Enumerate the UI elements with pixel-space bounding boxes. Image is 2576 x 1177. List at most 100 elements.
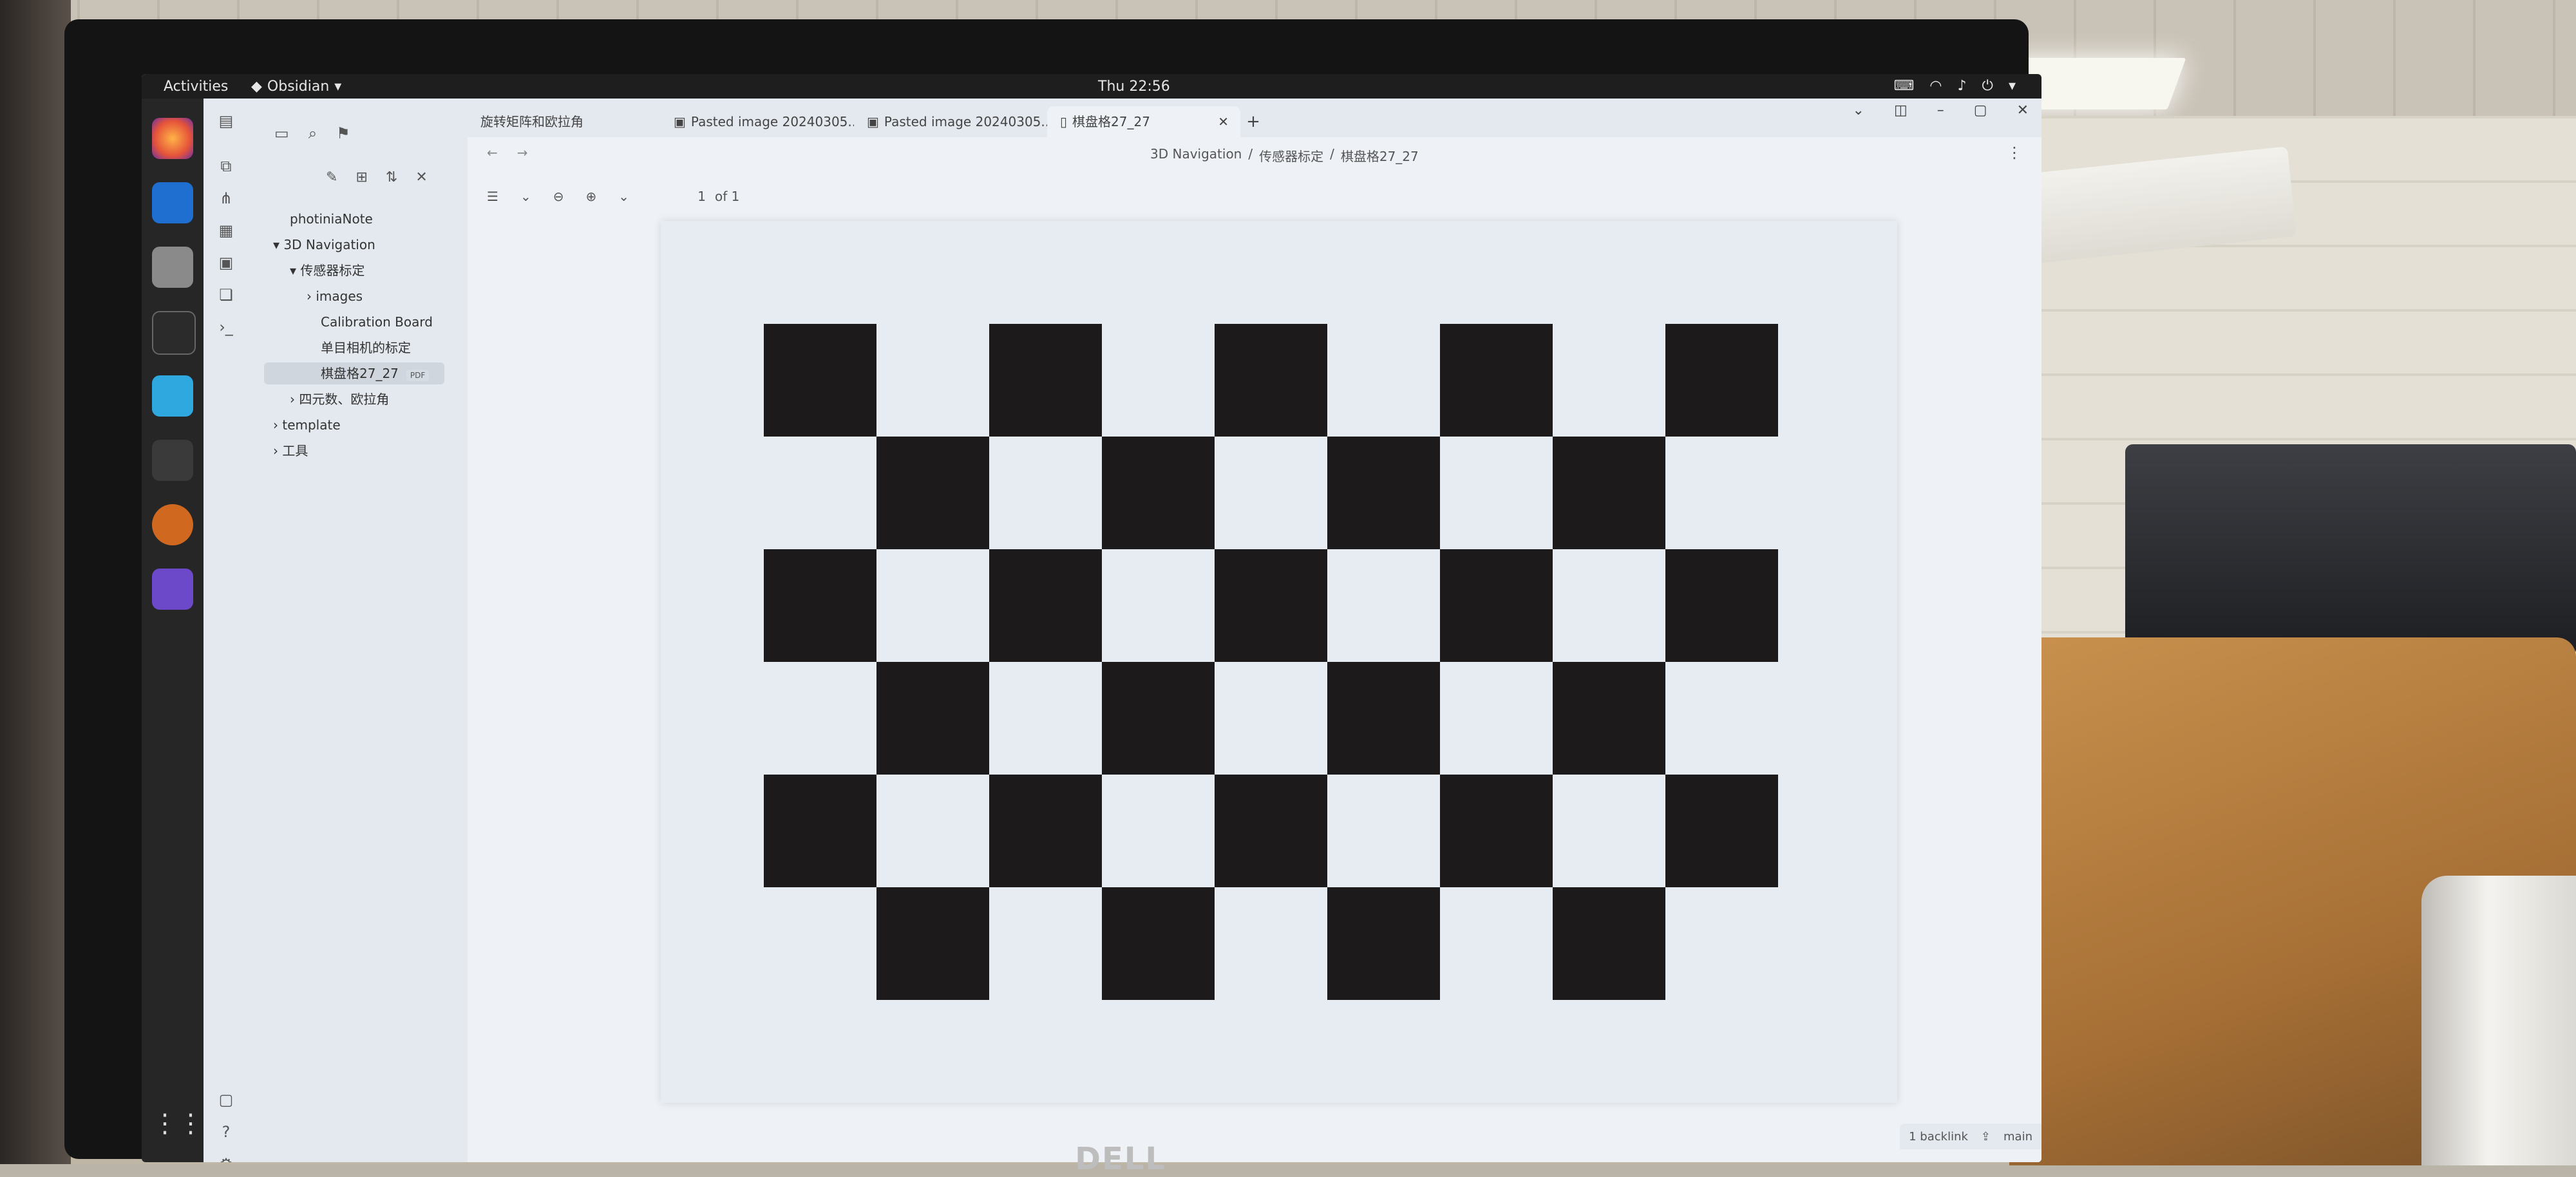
new-folder-icon[interactable]: ⊞ [355, 169, 367, 185]
graph-icon[interactable]: ⋔ [216, 189, 236, 208]
back-icon[interactable]: ← [487, 145, 498, 160]
tree-folder-tools[interactable]: › 工具 [273, 440, 308, 462]
collapse-all-icon[interactable]: ✕ [415, 169, 427, 185]
tree-file-checkerboard[interactable]: 棋盘格27_27 PDF [264, 363, 444, 384]
tree-label: template [282, 417, 341, 433]
tab-rotation-matrix[interactable]: 旋转矩阵和欧拉角 [468, 106, 661, 137]
tree-folder-sensor-calibration[interactable]: ▾ 传感器标定 [290, 259, 365, 281]
tree-folder-images[interactable]: › images [307, 285, 363, 307]
wifi-icon[interactable]: ◠ [1929, 78, 1942, 94]
tab-pasted-image-1[interactable]: ▣ Pasted image 20240305... [661, 106, 854, 137]
share-icon[interactable]: ⇪ [1981, 1130, 1991, 1144]
chevron-down-icon[interactable]: ▾ [2009, 78, 2016, 94]
chevron-down-icon[interactable]: ⌄ [520, 189, 531, 204]
templates-icon[interactable]: ❏ [216, 285, 236, 305]
checker-square [1665, 324, 1778, 437]
chevron-down-icon[interactable]: ⌄ [618, 189, 629, 204]
explorer-actions: ✎ ⊞ ⇅ ✕ [326, 169, 428, 185]
checker-square [764, 549, 876, 662]
pdf-badge: PDF [406, 370, 430, 381]
tree-label: 工具 [282, 443, 308, 458]
minimize-icon[interactable]: – [1937, 102, 1944, 118]
open-switcher-icon[interactable]: ⧉ [216, 156, 236, 176]
pdf-toolbar: ☰ ⌄ ⊖ ⊕ ⌄ 1 of 1 [468, 182, 2041, 214]
tree-file-calibration-board[interactable]: Calibration Board [321, 311, 433, 333]
zoom-out-icon[interactable]: ⊖ [553, 189, 564, 204]
zoom-in-icon[interactable]: ⊕ [585, 189, 596, 204]
new-tab-button[interactable]: + [1240, 106, 1266, 137]
checker-square [1553, 437, 1665, 549]
files-icon[interactable] [152, 247, 193, 288]
checker-square [989, 549, 1102, 662]
tab-label: Pasted image 20240305... [884, 114, 1047, 129]
page-number-input[interactable]: 1 [680, 189, 706, 204]
volume-icon[interactable]: ♪ [1958, 78, 1967, 94]
search-icon[interactable]: ⌕ [308, 124, 317, 142]
dock: ⋮⋮ [142, 99, 204, 1162]
more-options-icon[interactable]: ⋮ [2007, 144, 2022, 162]
canvas-icon[interactable]: ▦ [216, 221, 236, 240]
folder-icon[interactable]: ▭ [274, 124, 289, 142]
gear-icon[interactable]: ⚙ [216, 1154, 236, 1162]
left-edge [0, 0, 71, 1164]
breadcrumb: 3D Navigation / 传感器标定 / 棋盘格27_27 [1150, 146, 1419, 165]
tab-list-icon[interactable]: ⌄ [1853, 102, 1864, 118]
tree-file-monocular-calibration[interactable]: 单目相机的标定 [321, 337, 411, 359]
backlinks-count[interactable]: 1 backlink [1909, 1130, 1968, 1144]
tree-folder-template[interactable]: › template [273, 414, 341, 436]
maximize-icon[interactable]: ▢ [1974, 102, 1987, 118]
show-apps-icon[interactable]: ⋮⋮ [152, 1103, 204, 1144]
main-pane: 旋转矩阵和欧拉角 ▣ Pasted image 20240305... ▣ Past… [468, 99, 2041, 1162]
help-icon[interactable]: ? [216, 1122, 236, 1142]
sidebar-toggle-icon[interactable]: ▤ [216, 111, 236, 131]
breadcrumb-item[interactable]: 传感器标定 [1259, 146, 1323, 165]
checker-square [1102, 437, 1215, 549]
top-bar: Activities ◆ Obsidian ▾ Thu 22:56 ⌨ ◠ ♪ … [142, 74, 2041, 99]
vscode-icon[interactable] [152, 182, 193, 223]
system-tray[interactable]: ⌨ ◠ ♪ ⏻ ▾ [1894, 78, 2016, 94]
terminal-icon[interactable] [152, 311, 196, 355]
tree-folder-quaternion[interactable]: › 四元数、欧拉角 [290, 388, 389, 410]
close-window-icon[interactable]: ✕ [2017, 102, 2029, 118]
breadcrumb-current: 棋盘格27_27 [1340, 149, 1419, 164]
tab-checkerboard[interactable]: ▯ 棋盘格27_27 ✕ [1047, 106, 1240, 137]
pdf-toolbar-left: ☰ ⌄ ⊖ ⊕ ⌄ [487, 189, 629, 204]
tab-pasted-image-2[interactable]: ▣ Pasted image 20240305... [854, 106, 1047, 137]
checker-square [764, 775, 876, 887]
printer [2125, 444, 2576, 657]
obsidian-icon[interactable] [152, 569, 193, 610]
sort-icon[interactable]: ⇅ [386, 169, 397, 185]
cat-app-icon[interactable] [152, 440, 193, 481]
tab-bar: 旋转矩阵和欧拉角 ▣ Pasted image 20240305... ▣ Past… [468, 99, 2041, 137]
power-icon[interactable]: ⏻ [1982, 78, 1993, 94]
firefox-icon[interactable] [152, 118, 193, 159]
vault-icon[interactable]: ▢ [216, 1090, 236, 1109]
checker-square [1553, 662, 1665, 775]
checker-square [1327, 662, 1440, 775]
close-icon[interactable]: ✕ [1218, 106, 1229, 137]
calendar-icon[interactable]: ▣ [216, 253, 236, 272]
tree-folder-3d-navigation[interactable]: ▾ 3D Navigation [273, 234, 375, 256]
command-icon[interactable]: ›_ [216, 317, 236, 337]
keyboard-icon[interactable]: ⌨ [1894, 78, 1915, 94]
new-note-icon[interactable]: ✎ [326, 169, 337, 185]
clock[interactable]: Thu 22:56 [1098, 79, 1170, 95]
git-branch[interactable]: main [2003, 1130, 2032, 1144]
outline-icon[interactable]: ☰ [487, 189, 498, 204]
checker-square [1215, 549, 1327, 662]
app-icon[interactable] [152, 375, 193, 417]
monitor: Activities ◆ Obsidian ▾ Thu 22:56 ⌨ ◠ ♪ … [64, 19, 2041, 1177]
breadcrumb-item[interactable]: 3D Navigation [1150, 146, 1242, 165]
checker-square [1327, 887, 1440, 1000]
right-sidebar-icon[interactable]: ◫ [1894, 102, 1908, 118]
forward-icon[interactable]: → [517, 145, 528, 160]
settings-app-icon[interactable] [152, 504, 193, 545]
activities-button[interactable]: Activities [164, 79, 228, 95]
pdf-page [661, 221, 1897, 1103]
status-bar: 1 backlink ⇪ main [1900, 1124, 2041, 1149]
bookmark-icon[interactable]: ⚑ [336, 124, 350, 142]
checker-square [876, 887, 989, 1000]
app-menu[interactable]: ◆ Obsidian ▾ [251, 79, 341, 95]
page-count: of 1 [715, 189, 740, 204]
nav-arrows: ← → [487, 145, 528, 160]
